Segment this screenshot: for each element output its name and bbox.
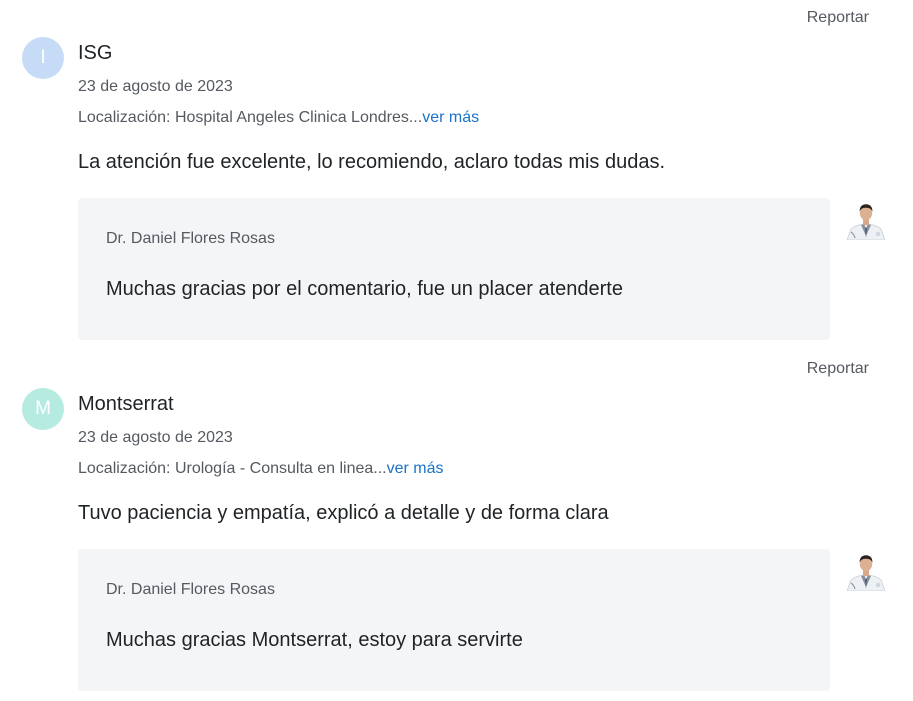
reply-text: Muchas gracias por el comentario, fue un… — [106, 278, 623, 300]
doctor-reply: Dr. Daniel Flores Rosas Muchas gracias M… — [78, 549, 830, 691]
doctor-photo-icon — [845, 198, 887, 240]
reply-text: Muchas gracias Montserrat, estoy para se… — [106, 629, 523, 651]
review-date: 23 de agosto de 2023 — [78, 78, 233, 95]
report-link[interactable]: Reportar — [807, 360, 869, 378]
review-location: Localización: Urología - Consulta en lin… — [78, 460, 444, 478]
report-link[interactable]: Reportar — [807, 9, 869, 27]
reply-doctor-name: Dr. Daniel Flores Rosas — [106, 581, 275, 598]
location-text: Localización: Urología - Consulta en lin… — [78, 460, 387, 477]
review-text: Tuvo paciencia y empatía, explicó a deta… — [78, 502, 609, 524]
reply-doctor-name: Dr. Daniel Flores Rosas — [106, 230, 275, 247]
see-more-link[interactable]: ver más — [387, 460, 444, 477]
review-location: Localización: Hospital Angeles Clinica L… — [78, 109, 479, 127]
review-author: ISG — [78, 42, 113, 64]
review-text: La atención fue excelente, lo recomiendo… — [78, 151, 666, 173]
reviews-page: Reportar I ISG 23 de agosto de 2023 Loca… — [0, 0, 913, 701]
doctor-photo-icon — [845, 549, 887, 591]
see-more-link[interactable]: ver más — [422, 109, 479, 126]
review-author: Montserrat — [78, 393, 174, 415]
avatar: I — [22, 37, 64, 79]
review-date: 23 de agosto de 2023 — [78, 429, 233, 446]
doctor-reply: Dr. Daniel Flores Rosas Muchas gracias p… — [78, 198, 830, 340]
location-text: Localización: Hospital Angeles Clinica L… — [78, 109, 423, 126]
avatar: M — [22, 388, 64, 430]
